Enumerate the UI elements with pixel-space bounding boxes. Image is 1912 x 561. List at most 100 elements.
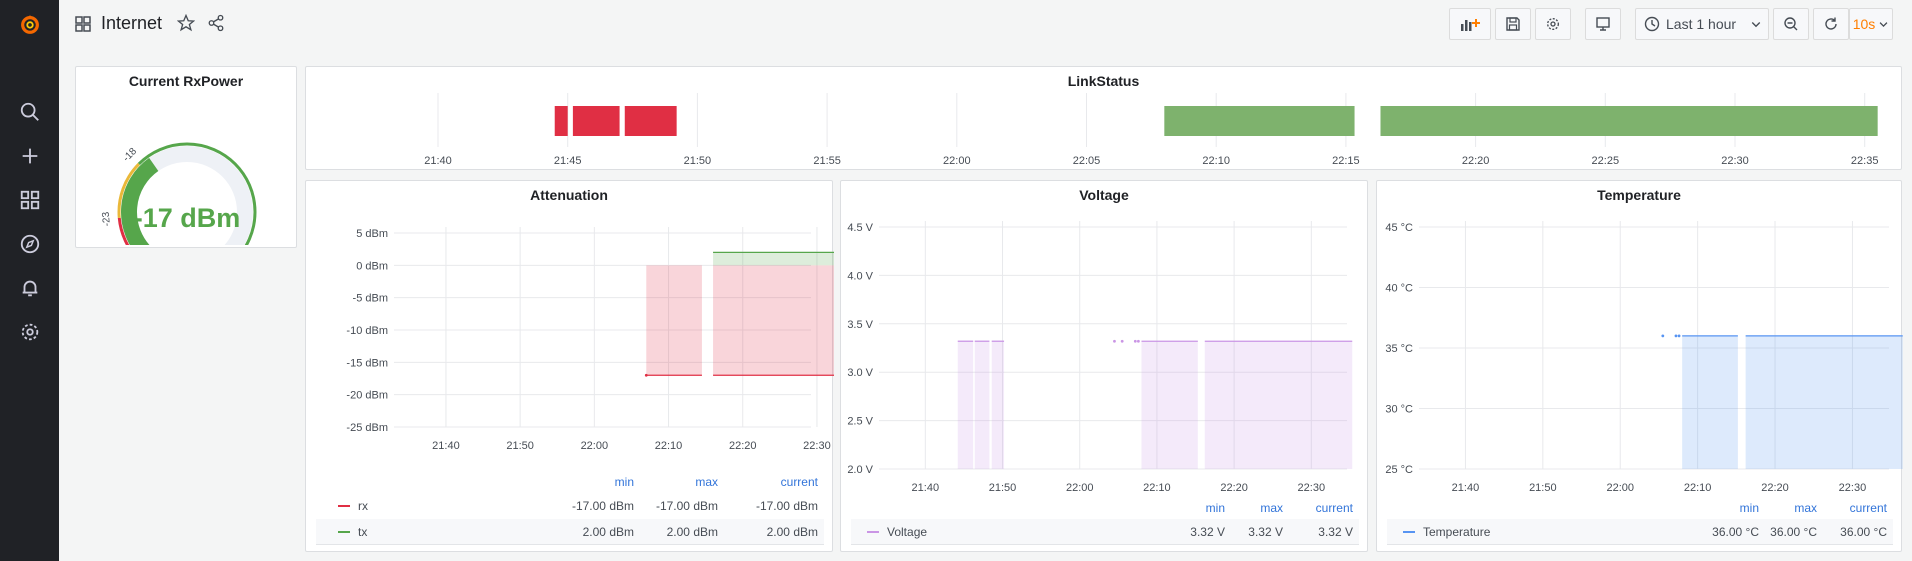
state-segment bbox=[1164, 106, 1355, 136]
legend-min: 36.00 °C bbox=[1712, 525, 1759, 539]
panel-title: LinkStatus bbox=[1067, 73, 1140, 89]
x-tick-label: 22:20 bbox=[1462, 155, 1490, 167]
zoom-out-button[interactable] bbox=[1773, 8, 1809, 40]
legend-header-min[interactable]: min bbox=[615, 475, 634, 489]
voltage-panel[interactable]: Voltage 4.5 V 4.0 V 3.5 V 3.0 V 2.5 V 2.0 V 21… bbox=[840, 180, 1368, 552]
legend-header-current[interactable]: current bbox=[1316, 501, 1353, 515]
legend-min: -17.00 dBm bbox=[571, 499, 634, 513]
legend-header-min[interactable]: min bbox=[1206, 501, 1225, 515]
y-tick-label: 5 dBm bbox=[356, 228, 388, 240]
chevron-down-icon bbox=[1879, 22, 1888, 27]
series-point bbox=[1120, 339, 1124, 343]
share-icon[interactable] bbox=[207, 14, 225, 32]
save-icon bbox=[1506, 17, 1520, 31]
legend-series-name: Voltage bbox=[887, 525, 928, 539]
gauge-tick-label: -18 bbox=[121, 146, 139, 164]
legend-min: 3.32 V bbox=[1190, 525, 1225, 539]
x-tick-label: 22:00 bbox=[1066, 482, 1094, 491]
legend-header-max[interactable]: max bbox=[1794, 501, 1817, 515]
series-fill bbox=[974, 341, 990, 469]
x-tick-label: 21:50 bbox=[506, 440, 534, 452]
x-tick-label: 22:05 bbox=[1073, 155, 1101, 167]
sidebar-search[interactable] bbox=[0, 94, 59, 130]
refresh-interval-picker[interactable]: 10s bbox=[1849, 8, 1893, 40]
legend-row[interactable]: Temperature 36.00 °C 36.00 °C 36.00 °C bbox=[1387, 519, 1893, 545]
series-color-swatch bbox=[338, 505, 350, 507]
linkstatus-panel[interactable]: LinkStatus 21:40 21:45 21:50 21:55 22:00 22:0… bbox=[305, 66, 1902, 170]
monitor-icon bbox=[1596, 17, 1610, 31]
state-segment bbox=[1380, 106, 1878, 136]
series-fill bbox=[1745, 335, 1903, 469]
dashboard-title[interactable]: Internet bbox=[101, 13, 162, 34]
save-dashboard-button[interactable] bbox=[1495, 8, 1531, 40]
x-tick-label: 21:55 bbox=[813, 155, 841, 167]
series-color-swatch bbox=[867, 531, 879, 533]
legend-min: 2.00 dBm bbox=[582, 525, 634, 539]
dashboards-icon bbox=[20, 190, 39, 210]
series-fill bbox=[713, 265, 834, 376]
sidebar-dashboards[interactable] bbox=[0, 182, 59, 218]
legend-header-max[interactable]: max bbox=[695, 475, 718, 489]
add-panel-icon bbox=[1461, 19, 1480, 31]
y-tick-label: -15 dBm bbox=[346, 357, 388, 369]
cycle-view-mode-button[interactable] bbox=[1585, 8, 1621, 40]
plus-icon bbox=[22, 148, 37, 164]
attenuation-graph: 5 dBm 0 dBm -5 dBm -10 dBm -15 dBm -20 dBm -25… bbox=[346, 227, 834, 452]
series-color-swatch bbox=[338, 531, 350, 533]
series-fill bbox=[991, 341, 1005, 469]
y-tick-label: 4.5 V bbox=[847, 222, 873, 234]
series-fill bbox=[1204, 341, 1353, 469]
sidebar-explore[interactable] bbox=[0, 226, 59, 262]
attenuation-legend: min max current rx -17.00 dBm -17.00 dBm… bbox=[316, 473, 824, 549]
attenuation-panel[interactable]: Attenuation 5 dBm 0 dBm -5 dBm -10 dBm -15 d… bbox=[305, 180, 834, 552]
legend-header-min[interactable]: min bbox=[1740, 501, 1759, 515]
x-tick-label: 22:00 bbox=[1606, 482, 1634, 491]
x-tick-label: 21:50 bbox=[989, 482, 1017, 491]
gauge-panel[interactable]: Current RxPower -27-23-180-17 dBm bbox=[75, 66, 297, 248]
x-tick-label: 22:20 bbox=[1220, 482, 1248, 491]
chevron-down-icon bbox=[1751, 22, 1761, 28]
temperature-legend: min max current Temperature 36.00 °C 36.… bbox=[1387, 499, 1893, 549]
y-tick-label: 35 °C bbox=[1385, 343, 1413, 355]
legend-series-name: rx bbox=[358, 499, 368, 513]
legend-header-current[interactable]: current bbox=[781, 475, 818, 489]
legend-max: 36.00 °C bbox=[1770, 525, 1817, 539]
time-picker-button[interactable]: Last 1 hour bbox=[1635, 8, 1769, 40]
legend-current: 3.32 V bbox=[1318, 525, 1353, 539]
dashboard-navbar: Internet Last 1 hour 10s bbox=[59, 0, 1912, 48]
x-tick-label: 21:40 bbox=[912, 482, 940, 491]
voltage-graph: 4.5 V 4.0 V 3.5 V 3.0 V 2.5 V 2.0 V 21:40 21:50… bbox=[847, 221, 1353, 491]
grafana-logo[interactable] bbox=[0, 6, 59, 42]
series-point bbox=[1113, 339, 1116, 343]
grafana-logo-icon bbox=[20, 14, 39, 34]
legend-header-current[interactable]: current bbox=[1850, 501, 1887, 515]
temperature-graph: 45 °C 40 °C 35 °C 30 °C 25 °C 21:40 21:50 22:00… bbox=[1385, 221, 1903, 491]
refresh-button[interactable] bbox=[1813, 8, 1849, 40]
series-color-swatch bbox=[1403, 531, 1415, 533]
zoom-out-icon bbox=[1784, 17, 1798, 31]
series-fill bbox=[1141, 341, 1198, 469]
y-tick-label: 2.0 V bbox=[847, 464, 873, 476]
legend-row[interactable]: tx 2.00 dBm 2.00 dBm 2.00 dBm bbox=[316, 519, 824, 545]
sidebar-alerting[interactable] bbox=[0, 270, 59, 306]
sidebar bbox=[0, 0, 59, 561]
add-panel-button[interactable] bbox=[1449, 8, 1491, 40]
x-tick-label: 21:40 bbox=[424, 155, 452, 167]
time-range-label: Last 1 hour bbox=[1666, 16, 1737, 32]
sidebar-configuration[interactable] bbox=[0, 314, 59, 350]
sidebar-create[interactable] bbox=[0, 138, 59, 174]
legend-row[interactable]: rx -17.00 dBm -17.00 dBm -17.00 dBm bbox=[316, 493, 824, 519]
series-point bbox=[1677, 334, 1681, 338]
dashboard-settings-button[interactable] bbox=[1535, 8, 1571, 40]
series-fill bbox=[957, 341, 974, 469]
star-icon[interactable] bbox=[177, 14, 195, 32]
legend-row[interactable]: Voltage 3.32 V 3.32 V 3.32 V bbox=[851, 519, 1359, 545]
temperature-panel[interactable]: Temperature 45 °C 40 °C 35 °C 30 °C 25 °C 21:… bbox=[1376, 180, 1903, 552]
state-segment bbox=[624, 106, 677, 136]
series-point bbox=[1133, 339, 1137, 343]
series-point bbox=[1674, 334, 1678, 338]
x-tick-label: 22:10 bbox=[1202, 155, 1230, 167]
x-tick-label: 21:40 bbox=[432, 440, 460, 452]
y-tick-label: 3.0 V bbox=[847, 367, 873, 379]
legend-header-max[interactable]: max bbox=[1260, 501, 1283, 515]
